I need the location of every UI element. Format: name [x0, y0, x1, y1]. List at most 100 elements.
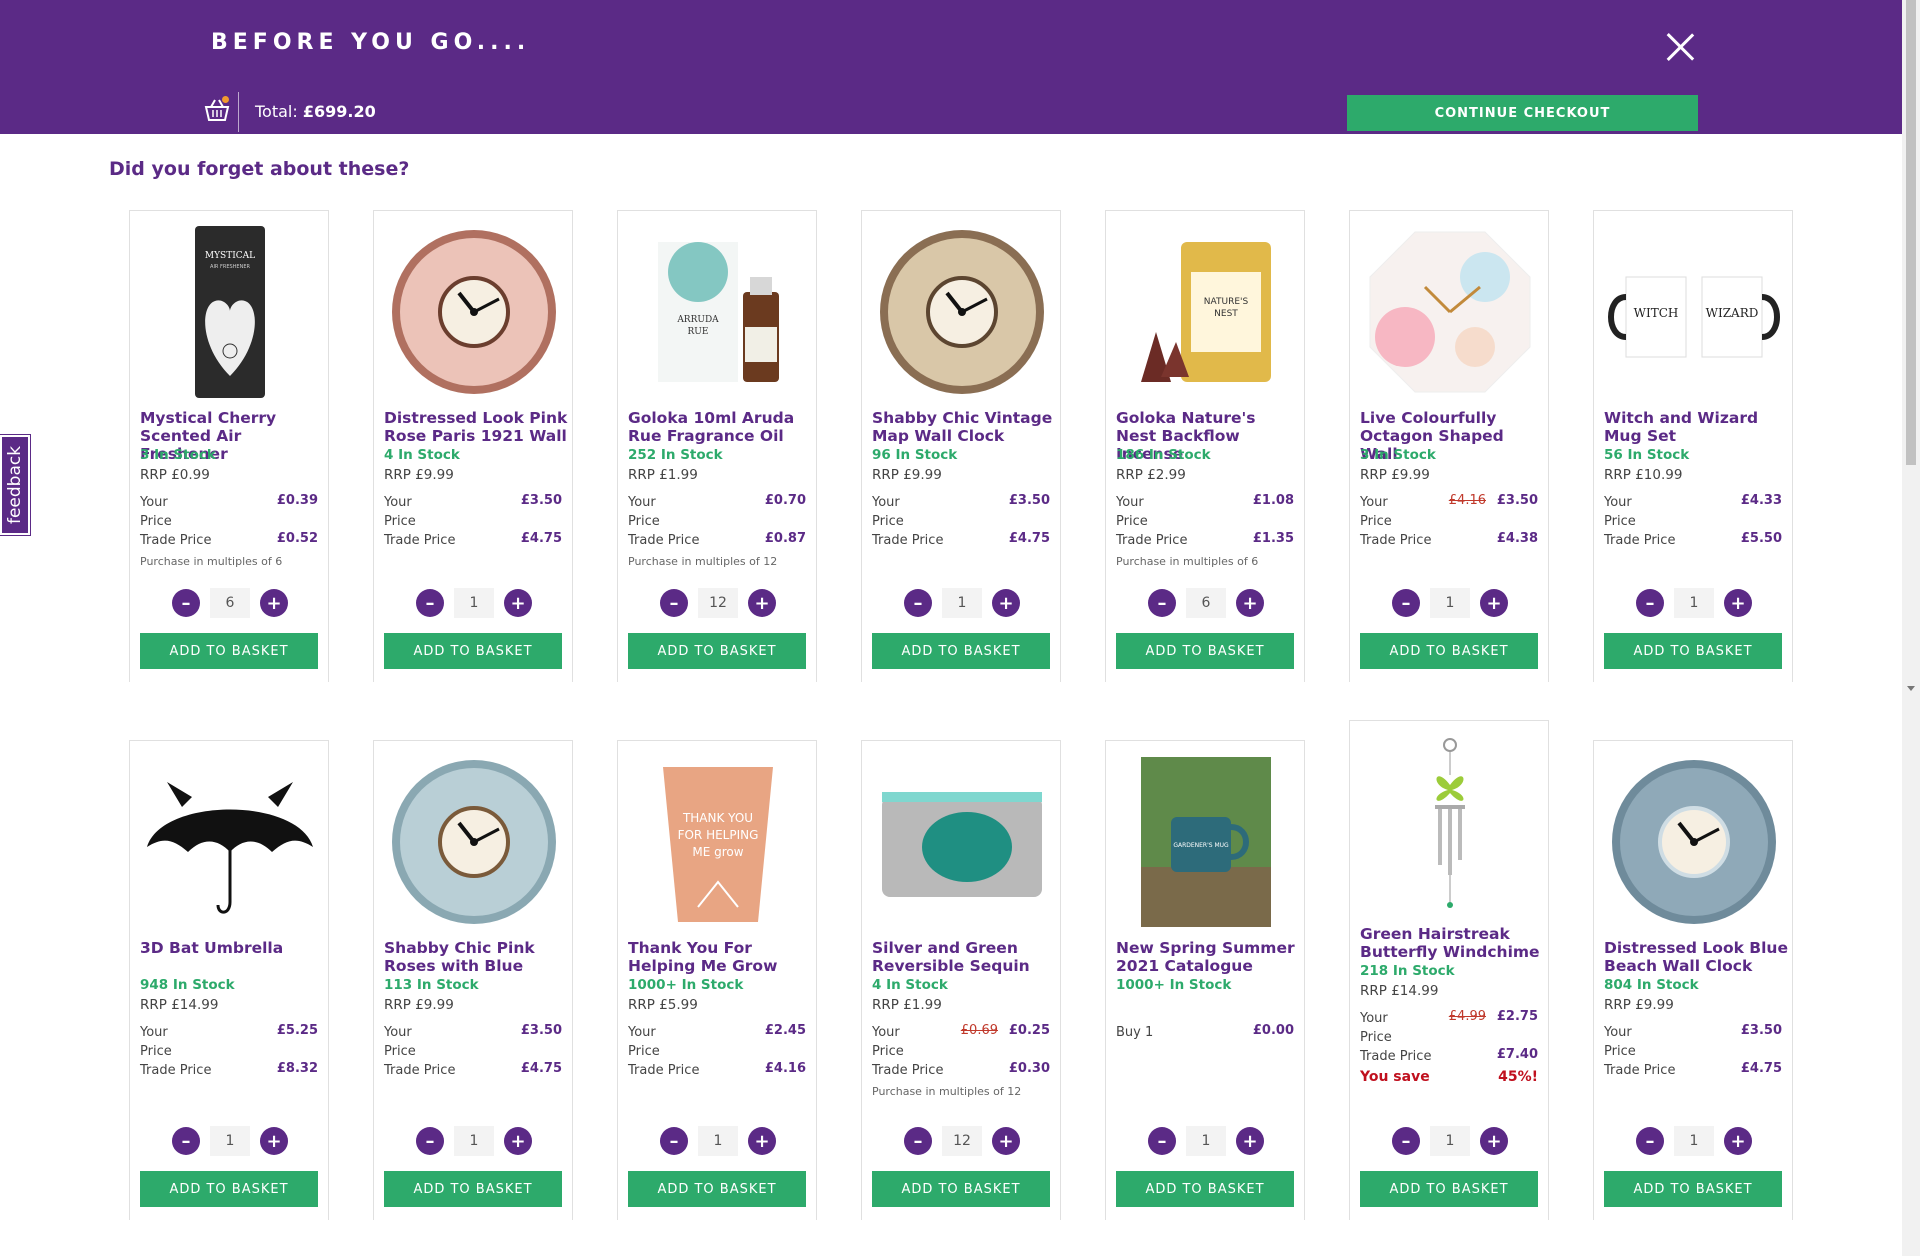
minus-icon[interactable]: –: [904, 589, 932, 617]
plus-icon[interactable]: +: [504, 589, 532, 617]
quantity-stepper[interactable]: – 1 +: [618, 1126, 818, 1156]
product-card[interactable]: Shabby Chic Pink Roses with Blue 113 In …: [373, 740, 573, 1220]
product-name[interactable]: Thank You For Helping Me Grow: [628, 939, 813, 975]
plus-icon[interactable]: +: [992, 1127, 1020, 1155]
product-card[interactable]: Distressed Look Pink Rose Paris 1921 Wal…: [373, 210, 573, 682]
quantity-stepper[interactable]: – 6 +: [1106, 588, 1306, 618]
plus-icon[interactable]: +: [504, 1127, 532, 1155]
quantity-value[interactable]: 1: [942, 588, 982, 618]
quantity-stepper[interactable]: – 12 +: [862, 1126, 1062, 1156]
product-name[interactable]: Shabby Chic Vintage Map Wall Clock: [872, 409, 1057, 445]
add-to-basket-button[interactable]: ADD TO BASKET: [1604, 1171, 1782, 1207]
minus-icon[interactable]: –: [1636, 1127, 1664, 1155]
product-card[interactable]: 3D Bat Umbrella 948 In Stock RRP £14.99 Y…: [129, 740, 329, 1220]
product-name[interactable]: New Spring Summer 2021 Catalogue: [1116, 939, 1301, 975]
minus-icon[interactable]: –: [660, 589, 688, 617]
quantity-value[interactable]: 12: [942, 1126, 982, 1156]
add-to-basket-button[interactable]: ADD TO BASKET: [140, 1171, 318, 1207]
product-name[interactable]: Silver and Green Reversible Sequin: [872, 939, 1057, 975]
minus-icon[interactable]: –: [1148, 589, 1176, 617]
plus-icon[interactable]: +: [1480, 1127, 1508, 1155]
quantity-value[interactable]: 1: [698, 1126, 738, 1156]
quantity-value[interactable]: 1: [1186, 1126, 1226, 1156]
quantity-stepper[interactable]: – 1 +: [1350, 1126, 1550, 1156]
quantity-stepper[interactable]: – 1 +: [130, 1126, 330, 1156]
quantity-value[interactable]: 1: [454, 1126, 494, 1156]
bat-umbrella-image[interactable]: [138, 751, 322, 933]
beach-clock-image[interactable]: [1602, 751, 1786, 933]
quantity-value[interactable]: 1: [1430, 588, 1470, 618]
mug-set-image[interactable]: WITCH WIZARD: [1602, 221, 1786, 403]
air-freshener-image[interactable]: MYSTICAL AIR FRESHENER: [138, 221, 322, 403]
product-card[interactable]: NATURE'S NEST Goloka Nature's Nest Backfl…: [1105, 210, 1305, 682]
product-card[interactable]: GARDENER'S MUG New Spring Summer 2021 Ca…: [1105, 740, 1305, 1220]
minus-icon[interactable]: –: [660, 1127, 688, 1155]
scroll-arrow-icon[interactable]: [1907, 686, 1915, 691]
add-to-basket-button[interactable]: ADD TO BASKET: [384, 1171, 562, 1207]
plus-icon[interactable]: +: [260, 1127, 288, 1155]
plus-icon[interactable]: +: [748, 589, 776, 617]
plus-icon[interactable]: +: [1480, 589, 1508, 617]
plus-icon[interactable]: +: [1724, 589, 1752, 617]
quantity-stepper[interactable]: – 1 +: [1594, 1126, 1794, 1156]
quantity-stepper[interactable]: – 12 +: [618, 588, 818, 618]
product-name[interactable]: 3D Bat Umbrella: [140, 939, 325, 957]
plant-pot-image[interactable]: THANK YOU FOR HELPING ME grow: [626, 751, 810, 933]
plus-icon[interactable]: +: [1236, 589, 1264, 617]
add-to-basket-button[interactable]: ADD TO BASKET: [1360, 633, 1538, 669]
product-name[interactable]: Green Hairstreak Butterfly Windchime: [1360, 925, 1545, 961]
quantity-stepper[interactable]: – 1 +: [1594, 588, 1794, 618]
product-name[interactable]: Distressed Look Blue Beach Wall Clock: [1604, 939, 1789, 975]
add-to-basket-button[interactable]: ADD TO BASKET: [384, 633, 562, 669]
minus-icon[interactable]: –: [1636, 589, 1664, 617]
sequin-pouch-image[interactable]: [870, 751, 1054, 933]
quantity-stepper[interactable]: – 1 +: [1106, 1126, 1306, 1156]
close-icon[interactable]: [1665, 32, 1695, 62]
plus-icon[interactable]: +: [260, 589, 288, 617]
map-clock-image[interactable]: [870, 221, 1054, 403]
product-card[interactable]: ARRUDA RUE Goloka 10ml Aruda Rue Fragranc…: [617, 210, 817, 682]
product-card[interactable]: MYSTICAL AIR FRESHENER Mystical Cherry Sc…: [129, 210, 329, 682]
product-name[interactable]: Witch and Wizard Mug Set: [1604, 409, 1789, 445]
minus-icon[interactable]: –: [1148, 1127, 1176, 1155]
product-name[interactable]: Goloka 10ml Aruda Rue Fragrance Oil: [628, 409, 813, 445]
minus-icon[interactable]: –: [416, 589, 444, 617]
scrollbar[interactable]: [1902, 0, 1920, 1256]
product-card[interactable]: WITCH WIZARD Witch and Wizard Mug Set 56 …: [1593, 210, 1793, 682]
product-card[interactable]: Live Colourfully Octagon Shaped Wall 3 I…: [1349, 210, 1549, 682]
quantity-stepper[interactable]: – 6 +: [130, 588, 330, 618]
quantity-value[interactable]: 1: [1674, 588, 1714, 618]
add-to-basket-button[interactable]: ADD TO BASKET: [140, 633, 318, 669]
quantity-value[interactable]: 1: [454, 588, 494, 618]
plus-icon[interactable]: +: [1236, 1127, 1264, 1155]
quantity-value[interactable]: 12: [698, 588, 738, 618]
product-card[interactable]: THANK YOU FOR HELPING ME grow Thank You Fo…: [617, 740, 817, 1220]
minus-icon[interactable]: –: [1392, 589, 1420, 617]
fragrance-oil-image[interactable]: ARRUDA RUE: [626, 221, 810, 403]
quantity-stepper[interactable]: – 1 +: [1350, 588, 1550, 618]
scrollbar-thumb[interactable]: [1906, 0, 1916, 465]
minus-icon[interactable]: –: [1392, 1127, 1420, 1155]
quantity-value[interactable]: 1: [1674, 1126, 1714, 1156]
windchime-image[interactable]: [1358, 731, 1542, 913]
add-to-basket-button[interactable]: ADD TO BASKET: [628, 1171, 806, 1207]
quantity-stepper[interactable]: – 1 +: [862, 588, 1062, 618]
add-to-basket-button[interactable]: ADD TO BASKET: [872, 1171, 1050, 1207]
pink-clock-image[interactable]: [382, 221, 566, 403]
product-card[interactable]: Shabby Chic Vintage Map Wall Clock 96 In…: [861, 210, 1061, 682]
plus-icon[interactable]: +: [992, 589, 1020, 617]
product-name[interactable]: Shabby Chic Pink Roses with Blue: [384, 939, 569, 975]
minus-icon[interactable]: –: [416, 1127, 444, 1155]
add-to-basket-button[interactable]: ADD TO BASKET: [1116, 1171, 1294, 1207]
plus-icon[interactable]: +: [748, 1127, 776, 1155]
feedback-tab[interactable]: feedback: [0, 434, 31, 536]
quantity-stepper[interactable]: – 1 +: [374, 588, 574, 618]
continue-checkout-button[interactable]: CONTINUE CHECKOUT: [1347, 95, 1698, 131]
product-name[interactable]: Distressed Look Pink Rose Paris 1921 Wal…: [384, 409, 569, 445]
blue-rose-clock-image[interactable]: [382, 751, 566, 933]
quantity-value[interactable]: 1: [1430, 1126, 1470, 1156]
plus-icon[interactable]: +: [1724, 1127, 1752, 1155]
quantity-value[interactable]: 6: [1186, 588, 1226, 618]
minus-icon[interactable]: –: [172, 1127, 200, 1155]
catalogue-image[interactable]: GARDENER'S MUG: [1114, 751, 1298, 933]
